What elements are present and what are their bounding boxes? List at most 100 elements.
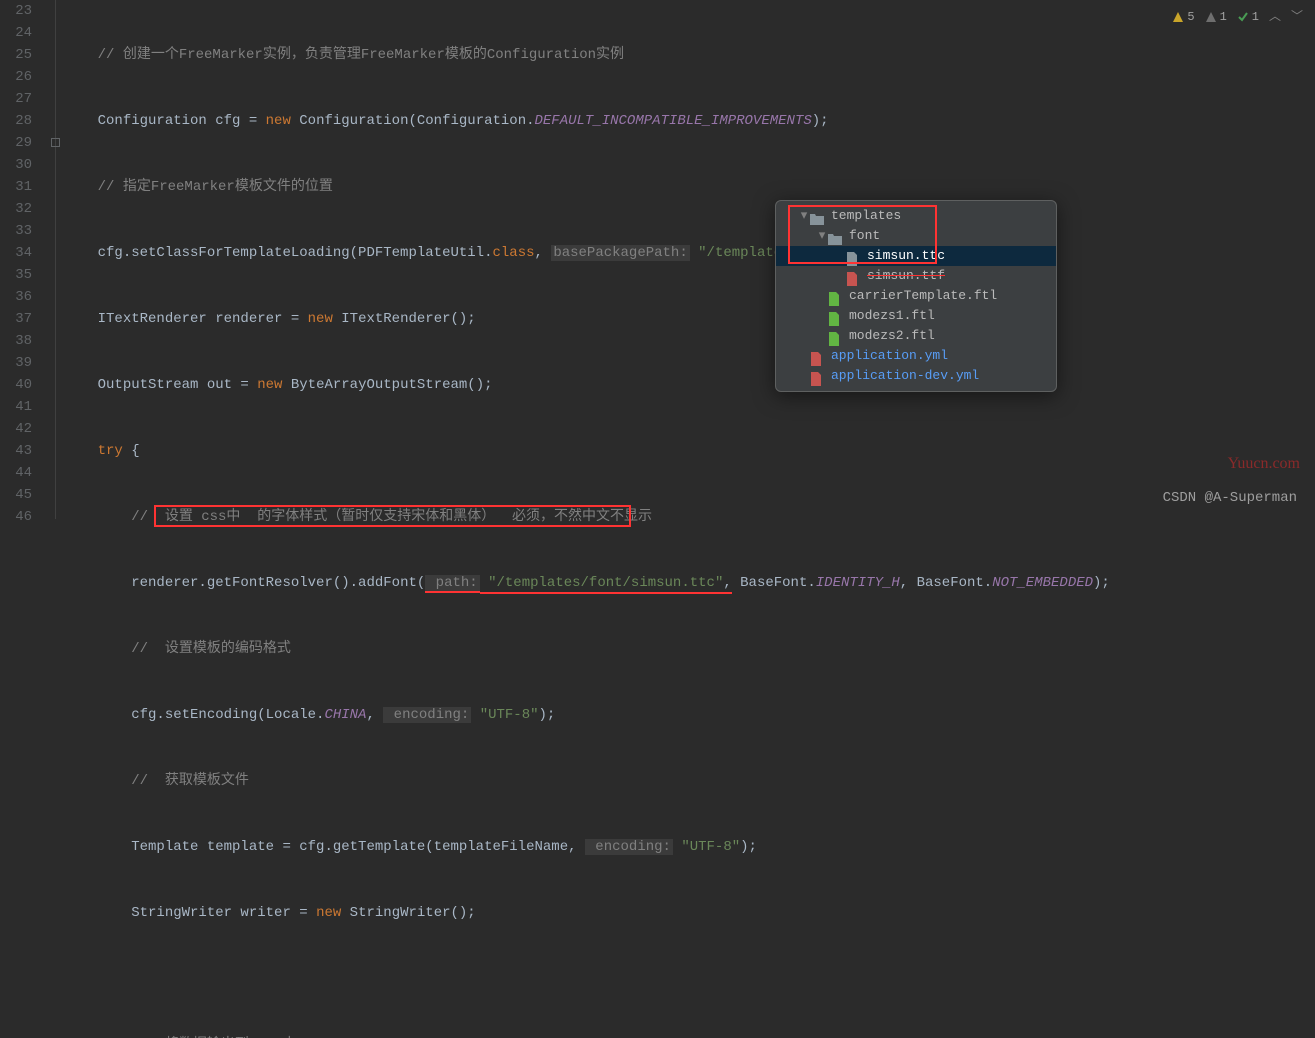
code-string: "UTF-8" xyxy=(471,707,538,723)
warnings-indicator[interactable]: 5 xyxy=(1172,6,1194,28)
code-text: StringWriter writer = xyxy=(131,905,316,921)
code-text: ); xyxy=(740,839,757,855)
inspection-indicators[interactable]: 5 1 1 ︿ ﹀ xyxy=(1172,6,1303,28)
check-icon xyxy=(1237,11,1249,23)
code-text: renderer.getFontResolver().addFont( xyxy=(131,575,425,591)
code-text: StringWriter(); xyxy=(341,905,475,921)
warning-icon xyxy=(1172,11,1184,23)
code-text: ByteArrayOutputStream(); xyxy=(282,377,492,393)
code-text: OutputStream out = xyxy=(98,377,258,393)
line-number: 37 xyxy=(0,308,32,330)
line-number: 36 xyxy=(0,286,32,308)
line-number: 39 xyxy=(0,352,32,374)
code-string: "UTF-8" xyxy=(673,839,740,855)
file-tree-popup[interactable]: ▾ templates ▾ font simsun.ttc simsun.ttf… xyxy=(775,200,1057,392)
code-text: , xyxy=(723,575,731,594)
line-number: 29 xyxy=(0,132,32,154)
chevron-down-icon[interactable]: ▾ xyxy=(816,226,828,246)
code-comment: // 将数据输出到html中 xyxy=(131,1037,296,1038)
tree-label: templates xyxy=(831,206,901,226)
tree-label: modezs2.ftl xyxy=(849,326,935,346)
code-param-hint: path: xyxy=(425,575,479,593)
line-number: 46 xyxy=(0,506,32,528)
code-text: Configuration(Configuration. xyxy=(291,113,535,129)
tree-label: application-dev.yml xyxy=(831,366,979,386)
code-constant: DEFAULT_INCOMPATIBLE_IMPROVEMENTS xyxy=(535,113,812,129)
code-text: cfg.setClassForTemplateLoading(PDFTempla… xyxy=(98,245,493,261)
tree-file-carrier[interactable]: carrierTemplate.ftl xyxy=(776,286,1056,306)
line-number: 30 xyxy=(0,154,32,176)
code-constant: IDENTITY_H xyxy=(816,575,900,591)
file-icon xyxy=(846,249,862,263)
tree-label: simsun.ttc xyxy=(867,246,945,266)
code-string: "/templates/font/simsun.ttc" xyxy=(480,575,724,594)
chevron-up-icon[interactable]: ︿ xyxy=(1269,6,1281,28)
code-comment: // 指定FreeMarker模板文件的位置 xyxy=(98,179,333,195)
line-gutter: 23 24 25 26 27 28 29 30 31 32 33 34 35 3… xyxy=(0,0,50,519)
errors-indicator[interactable]: 1 xyxy=(1205,6,1227,28)
ftl-file-icon xyxy=(828,329,844,343)
yml-file-icon xyxy=(810,349,826,363)
tree-file-app-yml[interactable]: application.yml xyxy=(776,346,1056,366)
tree-file-simsun-ttf[interactable]: simsun.ttf xyxy=(776,266,1056,286)
tree-folder-font[interactable]: ▾ font xyxy=(776,226,1056,246)
code-text: , xyxy=(535,245,552,261)
checks-indicator[interactable]: 1 xyxy=(1237,6,1259,28)
code-text: BaseFont. xyxy=(732,575,816,591)
line-number: 31 xyxy=(0,176,32,198)
tree-file-modezs1[interactable]: modezs1.ftl xyxy=(776,306,1056,326)
folder-icon xyxy=(828,229,844,243)
tree-file-app-dev-yml[interactable]: application-dev.yml xyxy=(776,366,1056,386)
chevron-down-icon[interactable]: ▾ xyxy=(798,206,810,226)
line-number: 40 xyxy=(0,374,32,396)
line-number: 44 xyxy=(0,462,32,484)
code-editor[interactable]: 23 24 25 26 27 28 29 30 31 32 33 34 35 3… xyxy=(0,0,1315,519)
tree-file-modezs2[interactable]: modezs2.ftl xyxy=(776,326,1056,346)
warnings-count: 5 xyxy=(1187,6,1194,28)
ftl-file-icon xyxy=(828,309,844,323)
tree-label: modezs1.ftl xyxy=(849,306,935,326)
code-text: , xyxy=(366,707,383,723)
code-keyword: new xyxy=(316,905,341,921)
tree-label: application.yml xyxy=(831,346,948,366)
chevron-down-icon[interactable]: ﹀ xyxy=(1291,6,1303,28)
code-keyword: try xyxy=(98,443,123,459)
yml-file-icon xyxy=(810,369,826,383)
line-number: 24 xyxy=(0,22,32,44)
code-keyword: new xyxy=(308,311,333,327)
code-text: ); xyxy=(1093,575,1110,591)
line-number: 33 xyxy=(0,220,32,242)
code-comment: // 创建一个FreeMarker实例，负责管理FreeMarker模板的Con… xyxy=(98,47,624,63)
line-number: 23 xyxy=(0,0,32,22)
code-text: ); xyxy=(539,707,556,723)
code-keyword: new xyxy=(266,113,291,129)
folder-icon xyxy=(810,209,826,223)
tree-label: font xyxy=(849,226,880,246)
code-keyword: class xyxy=(492,245,534,261)
code-constant: CHINA xyxy=(324,707,366,723)
code-text: cfg.setEncoding(Locale. xyxy=(131,707,324,723)
annotation-box xyxy=(154,505,631,527)
fold-column[interactable] xyxy=(50,0,64,519)
tree-folder-templates[interactable]: ▾ templates xyxy=(776,206,1056,226)
code-text: { xyxy=(123,443,140,459)
code-comment: // 获取模板文件 xyxy=(131,773,249,789)
ftl-file-icon xyxy=(828,289,844,303)
tree-label: simsun.ttf xyxy=(867,266,945,286)
fold-guide xyxy=(55,0,56,519)
line-number: 28 xyxy=(0,110,32,132)
code-param-hint: encoding: xyxy=(383,707,471,723)
file-icon xyxy=(846,269,862,283)
line-number: 34 xyxy=(0,242,32,264)
code-text: Template template = cfg.getTemplate(temp… xyxy=(131,839,585,855)
tree-file-simsun-ttc[interactable]: simsun.ttc xyxy=(776,246,1056,266)
code-area[interactable]: // 创建一个FreeMarker实例，负责管理FreeMarker模板的Con… xyxy=(64,0,1315,519)
line-number: 27 xyxy=(0,88,32,110)
checks-count: 1 xyxy=(1252,6,1259,28)
code-text: ITextRenderer renderer = xyxy=(98,311,308,327)
code-comment: // 设置模板的编码格式 xyxy=(131,641,291,657)
tree-label: carrierTemplate.ftl xyxy=(849,286,997,306)
fold-toggle-icon[interactable] xyxy=(51,138,60,147)
line-number: 45 xyxy=(0,484,32,506)
line-number: 41 xyxy=(0,396,32,418)
